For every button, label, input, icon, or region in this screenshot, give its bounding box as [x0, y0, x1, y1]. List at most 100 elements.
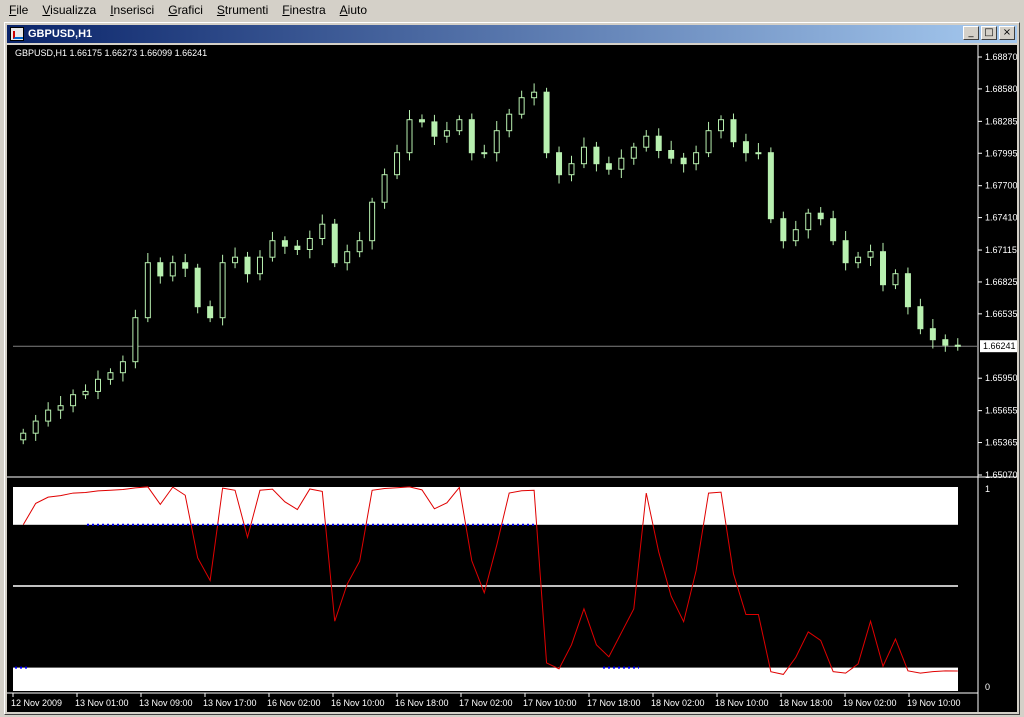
time-label: 17 Nov 18:00 [587, 698, 641, 708]
candle-body [705, 130, 712, 154]
candle-body [381, 174, 388, 203]
candle-body [82, 390, 89, 396]
time-label: 18 Nov 10:00 [715, 698, 769, 708]
time-label: 17 Nov 10:00 [523, 698, 577, 708]
candle-body [742, 141, 749, 154]
candle-body [70, 394, 77, 407]
menu-visualizza[interactable]: Visualizza [35, 0, 103, 21]
chart-window-icon [10, 27, 24, 41]
price-tick-label: 1.68870 [985, 52, 1017, 62]
menubar: File Visualizza Inserisci Grafici Strumenti F… [0, 0, 1024, 21]
candle-body [643, 135, 650, 148]
price-chart: 1.68870 1.68580 1.68285 1.67995 1.67700 1.674… [7, 45, 1017, 712]
candle-body [45, 409, 52, 422]
candle-body [481, 152, 488, 155]
candle-body [244, 256, 251, 275]
time-label: 19 Nov 02:00 [843, 698, 897, 708]
time-label: 19 Nov 10:00 [907, 698, 961, 708]
candle-body [57, 405, 64, 411]
candle-body [443, 130, 450, 137]
candle-body [668, 150, 675, 159]
candle-body [543, 91, 550, 154]
candle-body [917, 306, 924, 330]
time-label: 18 Nov 02:00 [651, 698, 705, 708]
candle-body [805, 212, 812, 231]
menu-finestra[interactable]: Finestra [275, 0, 332, 21]
candle-body [144, 262, 151, 319]
time-label: 17 Nov 02:00 [459, 698, 513, 708]
candle-body [506, 113, 513, 132]
candle-body [817, 212, 824, 220]
candle-body [107, 372, 114, 380]
price-tick-label: 1.67995 [985, 148, 1017, 158]
close-button[interactable]: × [999, 26, 1015, 40]
candle-body [219, 262, 226, 319]
window-titlebar[interactable]: GBPUSD,H1 _ □ × [7, 25, 1017, 43]
price-tick-label: 1.67700 [985, 181, 1017, 191]
chart-window: GBPUSD,H1 _ □ × GBPUSD,H1 1.66175 1.6627… [4, 22, 1020, 715]
overbought-zone [13, 487, 958, 525]
menu-strumenti[interactable]: Strumenti [210, 0, 275, 21]
candle-body [269, 240, 276, 258]
price-tick-label: 1.67115 [985, 245, 1017, 255]
price-tick-label: 1.67410 [985, 213, 1017, 223]
chart-canvas[interactable]: GBPUSD,H1 1.66175 1.66273 1.66099 1.6624… [7, 45, 1017, 712]
candle-body [593, 146, 600, 165]
candle-body [32, 420, 39, 434]
candle-body [755, 152, 762, 155]
candle-body [830, 218, 837, 242]
price-tick-label: 1.65070 [985, 470, 1017, 480]
menu-grafici[interactable]: Grafici [161, 0, 210, 21]
candle-body [942, 339, 949, 346]
candle-body [892, 273, 899, 286]
candle-body [618, 157, 625, 170]
candle-body [232, 256, 239, 264]
time-label: 12 Nov 2009 [11, 698, 62, 708]
candle-body [531, 91, 538, 99]
restore-button[interactable]: □ [981, 26, 997, 40]
price-tick-label: 1.66535 [985, 309, 1017, 319]
time-label: 16 Nov 18:00 [395, 698, 449, 708]
menu-aiuto[interactable]: Aiuto [333, 0, 374, 21]
time-label: 13 Nov 17:00 [203, 698, 257, 708]
candle-body [331, 223, 338, 264]
candle-body [418, 119, 425, 123]
price-tick-label: 1.68580 [985, 84, 1017, 94]
candle-body [655, 135, 662, 151]
candle-body [306, 238, 313, 250]
candle-body [568, 163, 575, 176]
candle-body [954, 344, 961, 347]
oversold-zone [13, 667, 958, 691]
candle-body [929, 328, 936, 341]
candle-body [132, 317, 139, 363]
time-label: 16 Nov 02:00 [267, 698, 321, 708]
menu-file[interactable]: File [2, 0, 35, 21]
candle-body [880, 251, 887, 286]
candle-body [718, 119, 725, 132]
candle-body [580, 146, 587, 165]
price-tick-label: 1.65365 [985, 438, 1017, 448]
candle-body [157, 262, 164, 277]
candle-body [842, 240, 849, 264]
candle-body [456, 119, 463, 132]
candle-body [630, 146, 637, 159]
candle-body [344, 251, 351, 264]
menu-inserisci[interactable]: Inserisci [103, 0, 161, 21]
candle-body [680, 157, 687, 165]
time-label: 13 Nov 09:00 [139, 698, 193, 708]
candle-body [182, 262, 189, 269]
candle-body [855, 256, 862, 264]
candle-body [20, 432, 27, 441]
price-tick-label: 1.66825 [985, 277, 1017, 287]
candle-body [867, 251, 874, 258]
minimize-button[interactable]: _ [963, 26, 979, 40]
candle-body [431, 121, 438, 137]
candle-body [169, 262, 176, 277]
candle-body [119, 361, 126, 374]
candle-body [780, 218, 787, 242]
candle-body [281, 240, 288, 247]
candle-body [767, 152, 774, 220]
candle-body [693, 152, 700, 165]
window-title: GBPUSD,H1 [28, 28, 93, 40]
candle-body [556, 152, 563, 176]
